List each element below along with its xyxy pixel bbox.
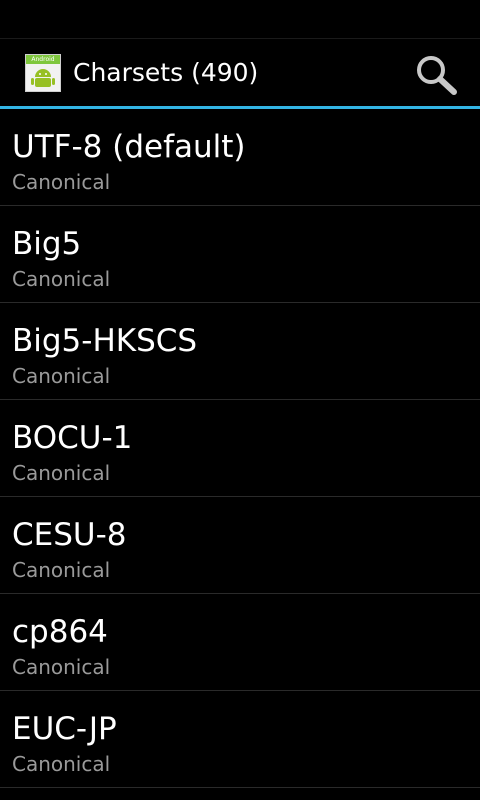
charset-name: Big5 — [12, 226, 82, 262]
charset-type: Canonical — [12, 461, 111, 485]
list-item[interactable]: cp864 Canonical — [0, 594, 480, 691]
charset-type: Canonical — [12, 655, 111, 679]
charset-list[interactable]: UTF-8 (default) Canonical Big5 Canonical… — [0, 109, 480, 788]
charset-name: EUC-JP — [12, 711, 117, 747]
status-bar — [0, 0, 480, 38]
charset-type: Canonical — [12, 752, 111, 776]
list-item[interactable]: Big5-HKSCS Canonical — [0, 303, 480, 400]
list-item[interactable]: EUC-JP Canonical — [0, 691, 480, 788]
list-item[interactable]: UTF-8 (default) Canonical — [0, 109, 480, 206]
list-item[interactable]: CESU-8 Canonical — [0, 497, 480, 594]
charset-type: Canonical — [12, 558, 111, 582]
charset-type: Canonical — [12, 267, 111, 291]
list-item[interactable]: BOCU-1 Canonical — [0, 400, 480, 497]
app-icon-tag: Android — [26, 55, 60, 64]
charset-type: Canonical — [12, 364, 111, 388]
android-robot-icon — [31, 69, 55, 87]
charset-type: Canonical — [12, 170, 111, 194]
charset-name: BOCU-1 — [12, 420, 133, 456]
charset-name: CESU-8 — [12, 517, 127, 553]
search-button[interactable] — [412, 51, 460, 97]
search-icon — [417, 56, 457, 95]
action-bar: Android Charsets (490) — [0, 39, 480, 107]
charset-name: cp864 — [12, 614, 108, 650]
page-title: Charsets (490) — [73, 58, 259, 87]
android-app-icon[interactable]: Android — [25, 54, 61, 92]
list-item[interactable]: Big5 Canonical — [0, 206, 480, 303]
charset-name: Big5-HKSCS — [12, 323, 198, 359]
charset-name: UTF-8 (default) — [12, 129, 246, 165]
